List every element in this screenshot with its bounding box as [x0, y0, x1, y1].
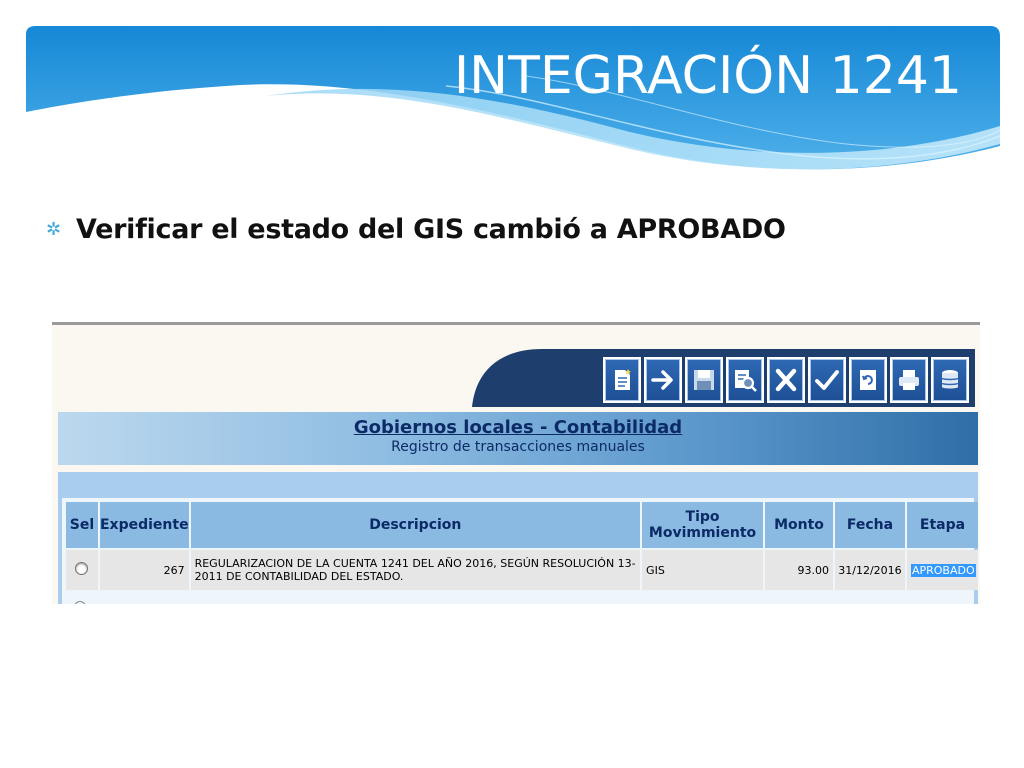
print-button[interactable]	[890, 357, 928, 403]
cell-expediente: 267	[99, 550, 189, 590]
save-icon	[694, 370, 714, 390]
cell-descripcion-line2: 2011 DE CONTABILIDAD DEL ESTADO.	[194, 570, 404, 583]
toolbar	[603, 357, 969, 403]
module-subtitle: Registro de transacciones manuales	[391, 439, 645, 455]
bullet-text: Verificar el estado del GIS cambió a APR…	[76, 214, 786, 245]
header-etapa[interactable]: Etapa	[906, 502, 978, 548]
database-icon	[941, 370, 959, 389]
row-select-radio[interactable]	[75, 562, 89, 575]
cell-fecha: 31/12/2016	[834, 550, 905, 590]
cell-descripcion: REGULARIZACION DE LA CUENTA 1241 DEL AÑO…	[190, 550, 641, 590]
module-title-link[interactable]: Gobiernos locales - Contabilidad	[354, 417, 682, 438]
bullet-row: ✲ Verificar el estado del GIS cambió a A…	[46, 214, 786, 245]
row-select-cell	[66, 550, 98, 590]
header-fecha[interactable]: Fecha	[834, 502, 905, 548]
header-tipo-line1: Tipo	[685, 509, 720, 525]
header-expediente[interactable]: Expediente	[99, 502, 189, 548]
approve-button[interactable]	[808, 357, 846, 403]
refresh-button[interactable]	[849, 357, 887, 403]
cell-monto: 93.00	[765, 550, 833, 590]
header-tipo-movimiento[interactable]: Tipo Movimmiento	[642, 502, 764, 548]
etapa-status-text: APROBADO	[910, 563, 976, 577]
new-document-icon	[615, 369, 631, 390]
search-document-icon	[735, 370, 757, 392]
app-screenshot: Gobiernos locales - Contabilidad Registr…	[52, 322, 980, 604]
module-banner: Gobiernos locales - Contabilidad Registr…	[58, 412, 978, 465]
cell-tipo: GIS	[642, 550, 764, 590]
new-document-button[interactable]	[603, 357, 641, 403]
header-sel: Sel	[66, 502, 98, 548]
arrow-right-icon	[651, 370, 673, 390]
delete-button[interactable]	[767, 357, 805, 403]
cell-descripcion-line1: REGULARIZACION DE LA CUENTA 1241 DEL AÑO…	[194, 557, 636, 570]
refresh-document-icon	[860, 370, 876, 390]
table-row[interactable]: 267 REGULARIZACION DE LA CUENTA 1241 DEL…	[66, 550, 978, 590]
checkmark-icon	[815, 370, 839, 390]
save-button[interactable]	[685, 357, 723, 403]
slide-title: INTEGRACIÓN 1241	[453, 46, 962, 106]
database-button[interactable]	[931, 357, 969, 403]
transactions-table: Sel Expediente Descripcion Tipo Movimmie…	[64, 500, 980, 592]
header-descripcion[interactable]: Descripcion	[190, 502, 641, 548]
printer-icon	[899, 370, 919, 390]
header-monto[interactable]: Monto	[765, 502, 833, 548]
table-header-row: Sel Expediente Descripcion Tipo Movimmie…	[66, 502, 978, 548]
close-x-icon	[775, 368, 797, 392]
forward-button[interactable]	[644, 357, 682, 403]
header-tipo-line2: Movimmiento	[648, 525, 757, 541]
asterisk-bullet-icon: ✲	[46, 219, 62, 239]
cell-etapa: APROBADO	[906, 550, 978, 590]
screenshot-top-border	[52, 322, 980, 325]
search-button[interactable]	[726, 357, 764, 403]
